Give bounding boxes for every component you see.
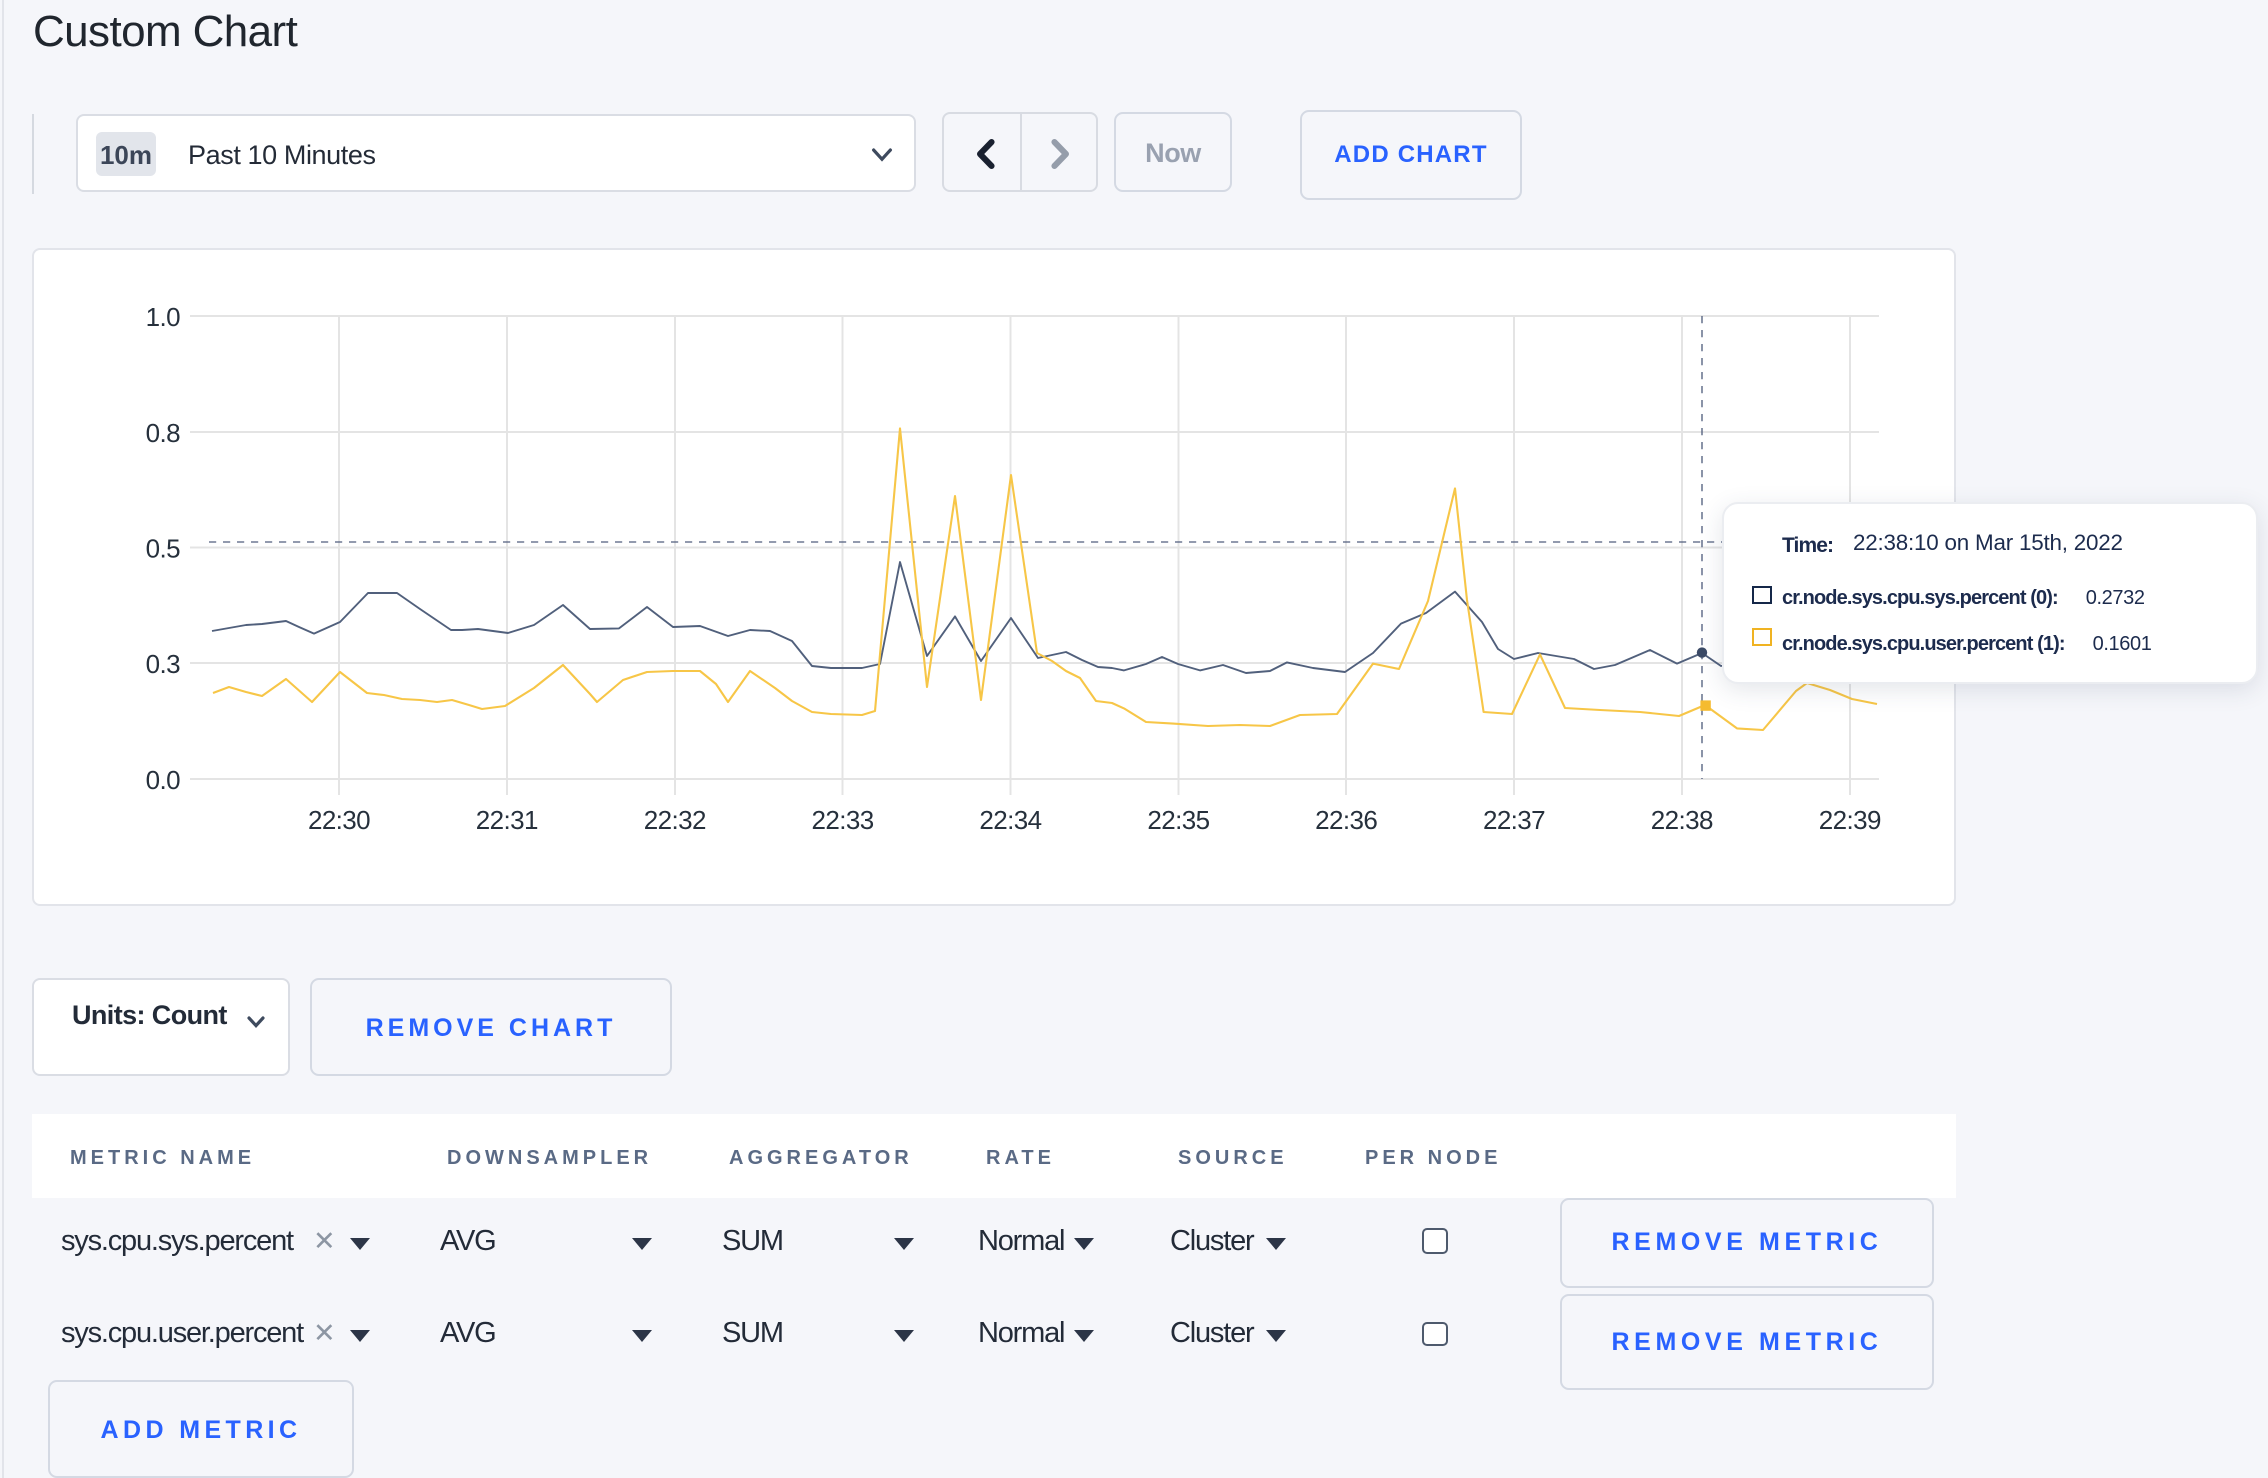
- svg-text:22:31: 22:31: [476, 805, 538, 835]
- svg-text:22:38: 22:38: [1651, 805, 1713, 835]
- svg-text:22:36: 22:36: [1315, 805, 1377, 835]
- svg-text:22:30: 22:30: [308, 805, 370, 835]
- svg-text:22:34: 22:34: [979, 805, 1041, 835]
- svg-text:1.0: 1.0: [146, 302, 180, 332]
- svg-text:22:35: 22:35: [1147, 805, 1209, 835]
- svg-text:22:39: 22:39: [1819, 805, 1881, 835]
- svg-text:22:33: 22:33: [812, 805, 874, 835]
- svg-text:0.0: 0.0: [146, 765, 180, 795]
- svg-text:0.8: 0.8: [146, 418, 180, 448]
- svg-text:0.5: 0.5: [146, 534, 180, 564]
- svg-text:0.3: 0.3: [146, 649, 180, 679]
- svg-text:22:32: 22:32: [644, 805, 706, 835]
- svg-text:22:37: 22:37: [1483, 805, 1545, 835]
